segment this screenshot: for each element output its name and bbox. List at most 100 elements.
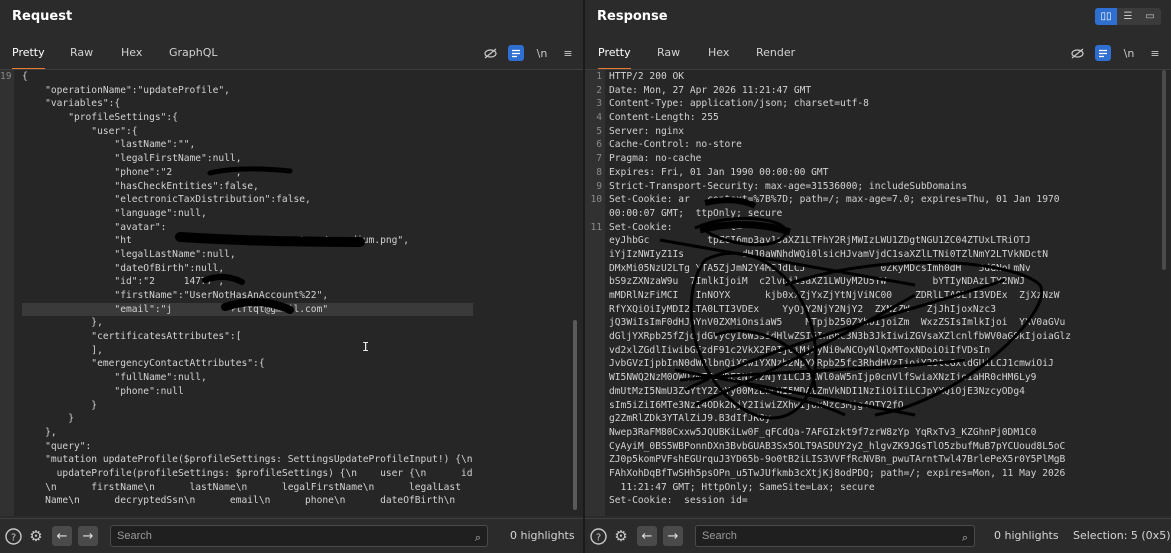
code-line: Pragma: no-cache — [609, 153, 702, 165]
eye-slash-icon[interactable] — [482, 45, 498, 61]
code-line: Strict-Transport-Security: max-age=31536… — [609, 180, 968, 192]
code-line: "lastName":"", — [22, 139, 196, 151]
line-number: 7 — [596, 153, 602, 165]
line-number — [0, 248, 14, 262]
line-number: 10 — [590, 194, 602, 206]
gear-icon[interactable]: ⚙ — [27, 527, 45, 545]
request-editor[interactable]: 19 { "operationName":"updateProfile", "v… — [0, 70, 583, 516]
code-line: Server: nginx — [609, 125, 685, 137]
line-number — [0, 193, 14, 207]
wrap-lines-icon[interactable] — [1095, 45, 1111, 61]
code-line: "phone":"2 ", — [22, 166, 242, 178]
code-line: "email":"j +lftqt@gmail.com" — [22, 302, 473, 317]
help-icon[interactable]: ? — [4, 527, 22, 545]
line-number: 5 — [596, 125, 602, 137]
line-number — [585, 385, 605, 399]
tab-response-pretty[interactable]: Pretty — [598, 40, 631, 70]
line-number — [0, 330, 14, 344]
code-line: iYjIzNWIyZ1Is dHJ0aWNhdWQi0lsicHJvamVjdC… — [609, 248, 1048, 260]
arrow-left-icon[interactable]: ← — [52, 526, 72, 546]
tab-request-hex[interactable]: Hex — [121, 40, 142, 68]
tab-response-render[interactable]: Render — [756, 40, 795, 68]
arrow-right-icon[interactable]: → — [78, 526, 98, 546]
layout-single-icon[interactable]: ▭ — [1139, 8, 1161, 25]
tab-response-raw[interactable]: Raw — [657, 40, 680, 68]
response-title: Response — [597, 9, 668, 24]
help-icon[interactable]: ? — [589, 527, 607, 545]
line-number — [0, 166, 14, 180]
layout-rows-icon[interactable]: ☰ — [1117, 8, 1139, 25]
request-search-input[interactable] — [117, 530, 450, 542]
tab-request-raw[interactable]: Raw — [70, 40, 93, 68]
code-line: CyAyiM_0BS5WBPonnDXn3BvbGUAB3Sx5OLT9ASDU… — [609, 440, 1066, 452]
response-editor[interactable]: 1 2 3 4 5 6 7 8 9 10 11 HTTP/2 200 OK Date: Mon, 27… — [585, 70, 1171, 516]
layout-split-icon[interactable]: ▯▯ — [1095, 8, 1117, 25]
line-number: 6 — [596, 139, 602, 151]
line-number — [0, 207, 14, 221]
code-line: }, — [22, 426, 57, 438]
line-number — [585, 494, 605, 508]
hamburger-menu-icon[interactable]: ≡ — [1147, 45, 1163, 61]
line-number — [585, 248, 605, 262]
code-line: } — [22, 413, 74, 425]
newline-icon[interactable]: \n — [534, 45, 550, 61]
hamburger-menu-icon[interactable]: ≡ — [560, 45, 576, 61]
code-line: dmUtMzI5NmU3ZGYtY2ZkYy00MzEwLWI5MDAtZmVk… — [609, 385, 1025, 397]
svg-text:?: ? — [595, 532, 600, 543]
line-number — [585, 289, 605, 303]
tab-response-hex[interactable]: Hex — [708, 40, 729, 68]
request-highlights-count: 0 highlights — [510, 529, 575, 542]
code-line: updateProfile(profileSettings: $profileS… — [22, 467, 473, 479]
code-line: JvbGVzIjpbInN0dWRlbnQiXSwiYXNzb2NpYXRpb2… — [609, 358, 1054, 370]
line-number — [0, 426, 14, 440]
line-number: 19 — [0, 71, 12, 82]
tab-request-graphql[interactable]: GraphQL — [169, 40, 218, 68]
line-number: 4 — [596, 112, 602, 124]
request-code: { "operationName":"updateProfile", "vari… — [22, 70, 473, 508]
response-search-input[interactable] — [702, 530, 947, 542]
line-number — [585, 453, 605, 467]
code-line: Expires: Fri, 01 Jan 1990 00:00:00 GMT — [609, 166, 829, 178]
code-line: Set-Cookie: session id= — [609, 495, 748, 507]
code-line: HTTP/2 200 OK — [609, 71, 685, 82]
code-line: "hasCheckEntities":false, — [22, 180, 259, 192]
line-number — [585, 207, 605, 221]
request-gutter: 19 — [0, 70, 14, 516]
code-line: "firstName":"UserNotHasAnAccount%22", — [22, 290, 329, 301]
request-title: Request — [12, 9, 73, 24]
code-line: } — [22, 399, 98, 411]
line-number — [0, 262, 14, 276]
request-scrollbar[interactable] — [573, 320, 577, 510]
code-line: Set-Cookie: t= — [609, 221, 742, 233]
code-line: "dateOfBirth":null, — [22, 262, 225, 274]
request-search[interactable]: ⌕ — [110, 525, 488, 547]
line-number — [0, 97, 14, 111]
line-number — [0, 481, 14, 495]
gear-icon[interactable]: ⚙ — [612, 527, 630, 545]
arrow-right-icon[interactable]: → — [663, 526, 683, 546]
code-line: "id":"2 14777", — [22, 276, 225, 288]
wrap-lines-icon[interactable] — [508, 45, 524, 61]
newline-icon[interactable]: \n — [1121, 45, 1137, 61]
line-number — [0, 289, 14, 303]
code-line: { — [22, 71, 28, 82]
svg-text:?: ? — [10, 532, 15, 543]
code-line: "profileSettings":{ — [22, 112, 178, 124]
selection-status: Selection: 5 (0x5) — [1073, 529, 1171, 542]
tab-request-pretty[interactable]: Pretty — [12, 40, 45, 70]
line-number — [0, 138, 14, 152]
eye-slash-icon[interactable] — [1069, 45, 1085, 61]
arrow-left-icon[interactable]: ← — [637, 526, 657, 546]
code-line: "mutation updateProfile($profileSettings… — [22, 454, 473, 466]
code-line: "legalLastName":null, — [22, 248, 236, 260]
layout-toggle: ▯▯ ☰ ▭ — [1095, 8, 1161, 25]
code-line: bS9zZXNzaW9u 7ImlkIjoiM c2lvbilsaXZ1LWUy… — [609, 276, 1025, 288]
code-line: eyJhbGc tpZCI6mp3ay1saXZ1LTFhY2RjMWIzLWU… — [609, 235, 1031, 247]
response-scrollbar[interactable] — [1162, 70, 1166, 270]
line-number — [585, 234, 605, 248]
response-search[interactable]: ⌕ — [695, 525, 975, 547]
line-number — [0, 467, 14, 481]
response-line-numbers: 1 2 3 4 5 6 7 8 9 10 11 — [585, 70, 605, 508]
code-line: dGljYXRpb25fZjdjdGVycyI6W3sidHlwZSI6InBh… — [609, 331, 1072, 343]
response-code: HTTP/2 200 OK Date: Mon, 27 Apr 2026 11:2… — [609, 70, 1071, 508]
